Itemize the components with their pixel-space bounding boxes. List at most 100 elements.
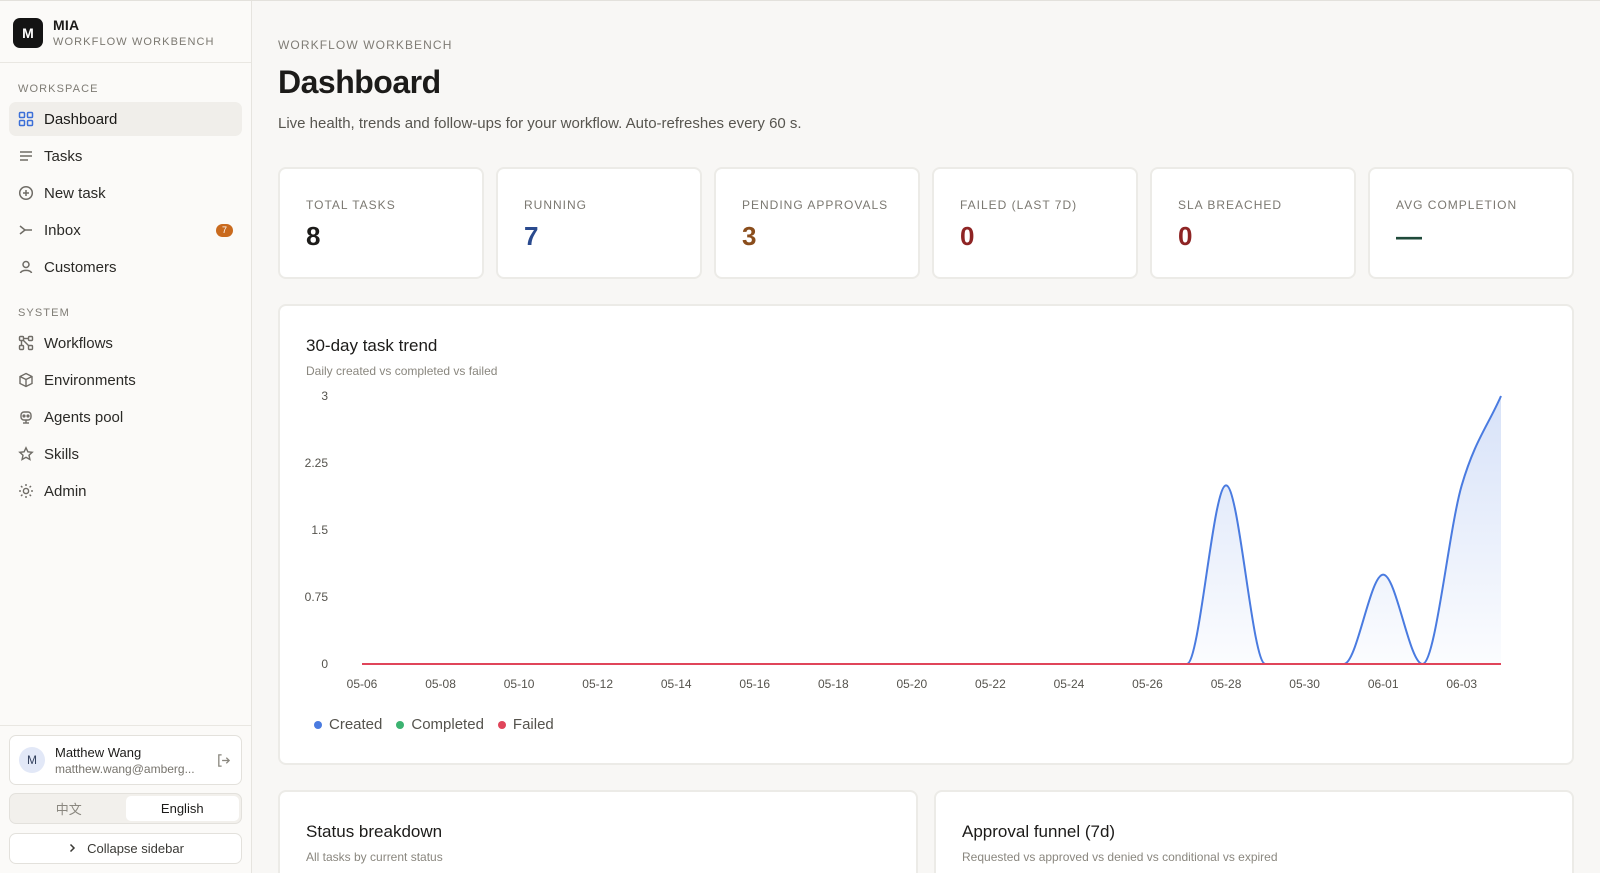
brand-subtitle: WORKFLOW WORKBENCH	[53, 36, 215, 48]
sidebar-item-skills[interactable]: Skills	[9, 437, 242, 471]
user-icon	[18, 259, 34, 275]
x-tick-label: 05-06	[347, 677, 378, 691]
x-tick-label: 05-24	[1054, 677, 1085, 691]
chevron-right-icon	[67, 841, 77, 856]
kpi-card-pending-approvals[interactable]: PENDING APPROVALS 3	[714, 167, 920, 279]
x-tick-label: 06-03	[1446, 677, 1477, 691]
page-eyebrow: WORKFLOW WORKBENCH	[278, 38, 453, 52]
legend-dot	[396, 720, 405, 729]
collapse-sidebar-label: Collapse sidebar	[87, 841, 184, 856]
trend-chart-title: 30-day task trend	[306, 336, 438, 355]
kpi-row: TOTAL TASKS 8 RUNNING 7 PENDING APPROVAL…	[278, 167, 1574, 279]
kpi-card-total-tasks[interactable]: TOTAL TASKS 8	[278, 167, 484, 279]
sidebar-item-label: Workflows	[44, 334, 113, 352]
chart-legend: Created Completed Failed	[314, 716, 554, 733]
plus-circle-icon	[18, 185, 34, 201]
x-tick-label: 05-12	[582, 677, 613, 691]
sun-gear-icon	[18, 483, 34, 499]
inbox-count-badge: 7	[215, 223, 233, 237]
legend-label: Created	[329, 716, 383, 733]
kpi-card-running[interactable]: RUNNING 7	[496, 167, 702, 279]
sidebar-item-label: Environments	[44, 371, 136, 389]
sidebar-item-environments[interactable]: Environments	[9, 363, 242, 397]
sidebar-item-tasks[interactable]: Tasks	[9, 139, 242, 173]
kpi-label: SLA BREACHED	[1178, 198, 1283, 212]
brand-logo: M	[13, 17, 43, 48]
sidebar-item-label: Skills	[44, 445, 80, 463]
kpi-label: PENDING APPROVALS	[742, 198, 889, 212]
page-title: Dashboard	[278, 64, 441, 100]
x-tick-label: 05-16	[739, 677, 770, 691]
kpi-card-failed-last-7d[interactable]: FAILED (LAST 7D) 0	[932, 167, 1138, 279]
x-tick-label: 05-28	[1211, 677, 1242, 691]
x-tick-label: 05-20	[897, 677, 928, 691]
y-tick-label: 3	[321, 389, 328, 403]
kpi-value: 0	[960, 221, 975, 251]
main-content: WORKFLOW WORKBENCH Dashboard Live health…	[252, 1, 1600, 873]
trend-chart[interactable]: 0 0.75 1.5 2.25 3 05-06 05-08 05-10 05-12 05-14 05…	[280, 386, 1574, 706]
kpi-card-avg-completion[interactable]: AVG COMPLETION —	[1368, 167, 1574, 279]
sidebar-item-label: Inbox	[44, 221, 81, 239]
x-tick-label: 05-30	[1289, 677, 1320, 691]
kpi-card-sla-breached[interactable]: SLA BREACHED 0	[1150, 167, 1356, 279]
kpi-value: 7	[524, 221, 539, 251]
nav-workspace: WORKSPACE Dashboard Tasks New task Inbox…	[0, 63, 251, 287]
x-tick-label: 05-22	[975, 677, 1006, 691]
sidebar-item-agents-pool[interactable]: Agents pool	[9, 400, 242, 434]
workflow-icon	[18, 335, 34, 351]
sidebar-item-admin[interactable]: Admin	[9, 474, 242, 508]
legend-item-created[interactable]: Created	[314, 716, 382, 733]
x-tick-label: 06-01	[1368, 677, 1399, 691]
sidebar-item-customers[interactable]: Customers	[9, 250, 242, 284]
status-breakdown-title: Status breakdown	[306, 822, 443, 841]
y-tick-label: 0.75	[305, 590, 329, 604]
bottom-panels-row: Status breakdown All tasks by current st…	[278, 790, 1574, 873]
nav-system: SYSTEM Workflows Environments Agents poo…	[0, 287, 251, 511]
approval-funnel-subtitle: Requested vs approved vs denied vs condi…	[962, 850, 1278, 864]
grid-icon	[18, 111, 34, 127]
y-tick-label: 2.25	[305, 456, 329, 470]
sidebar-item-label: Agents pool	[44, 408, 124, 426]
cube-icon	[18, 372, 34, 388]
sidebar-footer: M Matthew Wang matthew.wang@amberg... 中文…	[0, 725, 251, 873]
kpi-value: 8	[306, 221, 321, 251]
sidebar-item-label: Dashboard	[44, 110, 118, 128]
legend-label: Failed	[512, 716, 554, 733]
user-name: Matthew Wang	[55, 744, 142, 760]
language-toggle: 中文 English	[9, 793, 242, 824]
nav-heading-workspace: WORKSPACE	[18, 83, 99, 95]
sidebar-item-label: Tasks	[44, 147, 83, 165]
lang-button-en[interactable]: English	[125, 796, 239, 821]
x-tick-label: 05-10	[504, 677, 535, 691]
x-tick-label: 05-26	[1132, 677, 1163, 691]
legend-item-completed[interactable]: Completed	[396, 716, 484, 733]
legend-dot	[314, 720, 322, 729]
sidebar-item-inbox[interactable]: Inbox 7	[9, 213, 242, 247]
series-line-created	[362, 395, 1502, 666]
legend-label: Completed	[411, 716, 484, 733]
user-card[interactable]: M Matthew Wang matthew.wang@amberg...	[9, 735, 242, 785]
sidebar-item-new-task[interactable]: New task	[9, 176, 242, 210]
trend-chart-subtitle: Daily created vs completed vs failed	[306, 364, 498, 378]
trend-chart-panel: 30-day task trend Daily created vs compl…	[278, 304, 1574, 765]
sidebar-item-workflows[interactable]: Workflows	[9, 326, 242, 360]
lang-button-zh[interactable]: 中文	[12, 796, 126, 821]
nav-heading-system: SYSTEM	[18, 307, 70, 319]
approval-funnel-title: Approval funnel (7d)	[962, 822, 1116, 841]
status-breakdown-subtitle: All tasks by current status	[306, 850, 443, 864]
user-email: matthew.wang@amberg...	[55, 761, 195, 776]
legend-dot	[497, 720, 506, 729]
series-area-created	[362, 396, 1501, 664]
status-breakdown-panel: Status breakdown All tasks by current st…	[278, 790, 918, 873]
avatar: M	[19, 747, 45, 773]
collapse-sidebar-button[interactable]: Collapse sidebar	[9, 833, 242, 864]
x-tick-label: 05-14	[661, 677, 692, 691]
page-description: Live health, trends and follow-ups for y…	[278, 115, 802, 132]
logout-icon[interactable]	[214, 753, 232, 768]
brand-header[interactable]: M MIA WORKFLOW WORKBENCH	[0, 1, 251, 63]
robot-icon	[18, 409, 34, 425]
legend-item-failed[interactable]: Failed	[497, 716, 554, 733]
sidebar-item-label: Customers	[44, 258, 117, 276]
sidebar-item-dashboard[interactable]: Dashboard	[9, 102, 242, 136]
